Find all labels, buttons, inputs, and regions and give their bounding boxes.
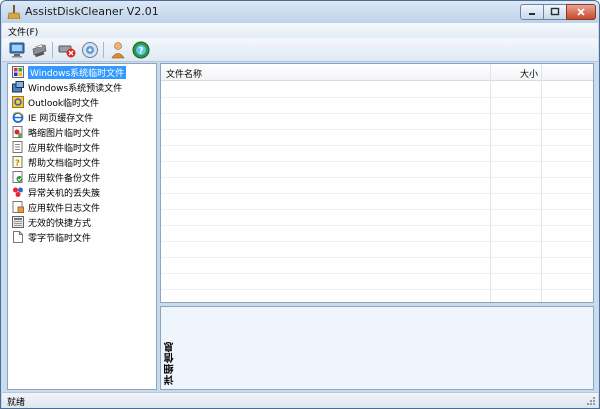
- tree-item-label: Outlook临时文件: [28, 98, 100, 109]
- tree-item-windows-prefetch[interactable]: Windows系统预读文件: [9, 80, 156, 94]
- title-bar[interactable]: AssistDiskCleaner V2.01: [1, 1, 599, 23]
- tree-item-shortcut[interactable]: 无效的快捷方式: [9, 215, 156, 229]
- tree-item-label: 帮助文档临时文件: [28, 158, 101, 169]
- detail-label: 详细信息: [165, 341, 176, 385]
- column-header-name[interactable]: 文件名称: [166, 67, 202, 80]
- grid-line: [161, 273, 593, 274]
- log-icon: [12, 201, 24, 213]
- tree-item-log[interactable]: 应用软件日志文件: [9, 200, 156, 214]
- status-text: 就绪: [7, 398, 26, 408]
- grid-line: [161, 129, 593, 130]
- grid-line: [161, 241, 593, 242]
- grid-line: [161, 161, 593, 162]
- minimize-icon: [529, 13, 535, 15]
- printer-icon[interactable]: [30, 41, 48, 59]
- close-icon: [577, 8, 585, 16]
- menu-file[interactable]: 文件(F): [8, 25, 38, 38]
- app-temp-icon: [12, 141, 23, 153]
- menu-bar: 文件(F): [2, 23, 598, 38]
- app-window: AssistDiskCleaner V2.01 文件(F) ? Windows系…: [0, 0, 600, 409]
- lost-cluster-icon: [13, 187, 23, 197]
- minimize-button[interactable]: [520, 4, 544, 20]
- grid-line: [161, 145, 593, 146]
- ie-icon: [12, 111, 24, 123]
- tree-item-label: 略缩图片临时文件: [28, 128, 101, 139]
- maximize-button[interactable]: [543, 4, 567, 20]
- help-icon[interactable]: ?: [132, 41, 150, 59]
- tree-item-label: 无效的快捷方式: [28, 218, 92, 229]
- toolbar-separator: [52, 42, 53, 58]
- grid-line: [161, 193, 593, 194]
- file-list[interactable]: 文件名称 大小: [160, 63, 594, 303]
- monitor-icon[interactable]: [8, 41, 26, 59]
- resize-grip-icon[interactable]: [586, 396, 596, 406]
- tree-item-label: 应用软件临时文件: [28, 143, 101, 154]
- delete-drive-icon[interactable]: [58, 41, 76, 59]
- toolbar: ?: [2, 38, 598, 62]
- tree-item-label: Windows系统预读文件: [28, 83, 123, 94]
- tree-item-backup[interactable]: 应用软件备份文件: [9, 170, 156, 184]
- backup-icon: [12, 171, 23, 183]
- grid-line: [161, 113, 593, 114]
- tree-item-outlook[interactable]: Outlook临时文件: [9, 95, 156, 109]
- zero-byte-icon: [13, 231, 23, 243]
- grid-line: [161, 177, 593, 178]
- tree-item-windows-temp[interactable]: Windows系统临时文件: [9, 65, 156, 79]
- detail-panel: 详细信息: [160, 306, 594, 390]
- grid-line: [161, 97, 593, 98]
- list-header: 文件名称 大小: [161, 64, 593, 81]
- tree-item-help-doc[interactable]: ? 帮助文档临时文件: [9, 155, 156, 169]
- grid-line: [161, 257, 593, 258]
- broom-app-icon: [7, 5, 21, 19]
- tree-item-ie-cache[interactable]: IE 网页缓存文件: [9, 110, 156, 124]
- column-divider: [490, 64, 491, 302]
- outlook-icon: [12, 96, 24, 108]
- column-header-size[interactable]: 大小: [520, 67, 538, 80]
- tree-item-label: 零字节临时文件: [28, 233, 92, 244]
- svg-text:?: ?: [138, 47, 143, 57]
- grid-line: [161, 225, 593, 226]
- help-doc-icon: ?: [12, 156, 23, 168]
- thumbnail-icon: [12, 126, 23, 138]
- window-title: AssistDiskCleaner V2.01: [25, 5, 159, 18]
- column-divider: [541, 64, 542, 302]
- tree-item-label: IE 网页缓存文件: [28, 113, 94, 124]
- toolbar-separator: [103, 42, 104, 58]
- svg-text:?: ?: [15, 159, 20, 168]
- maximize-icon: [550, 7, 560, 16]
- windows-prefetch-icon: [12, 81, 24, 93]
- grid-line: [161, 209, 593, 210]
- windows-temp-icon: [12, 66, 24, 78]
- close-button[interactable]: [566, 4, 596, 20]
- status-bar: 就绪: [2, 392, 598, 408]
- category-tree: Windows系统临时文件 Windows系统预读文件 Outlook临时文件 …: [7, 63, 157, 390]
- shortcut-icon: [12, 216, 24, 228]
- tree-item-lost-cluster[interactable]: 异常关机的丢失簇: [9, 185, 156, 199]
- tree-item-app-temp[interactable]: 应用软件临时文件: [9, 140, 156, 154]
- tree-item-label: Windows系统临时文件: [28, 65, 127, 79]
- grid-line: [161, 289, 593, 290]
- tree-item-label: 异常关机的丢失簇: [28, 188, 101, 199]
- user-icon[interactable]: [109, 41, 127, 59]
- tree-item-label: 应用软件备份文件: [28, 173, 101, 184]
- tree-item-label: 应用软件日志文件: [28, 203, 101, 214]
- tree-item-zero-byte[interactable]: 零字节临时文件: [9, 230, 156, 244]
- disk-scan-icon[interactable]: [81, 41, 99, 59]
- tree-item-thumbnail[interactable]: 略缩图片临时文件: [9, 125, 156, 139]
